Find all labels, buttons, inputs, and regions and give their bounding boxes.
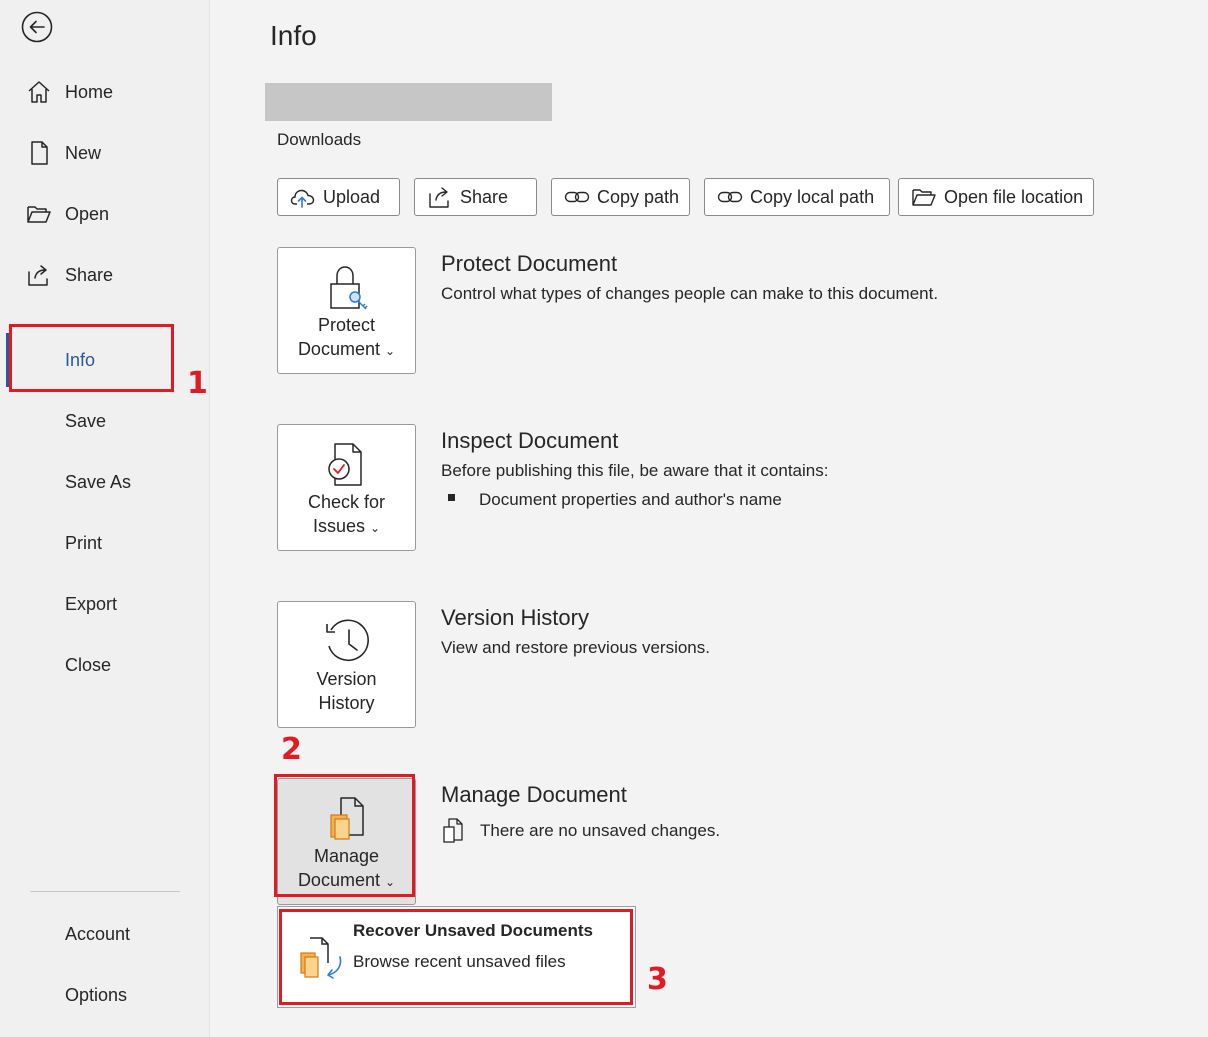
open-file-location-label: Open file location — [944, 186, 1084, 207]
home-icon — [28, 81, 50, 103]
link-icon — [564, 191, 590, 203]
protect-tile-line2: Document — [297, 339, 380, 359]
copy-path-button[interactable]: Copy path — [551, 178, 690, 216]
page-title: Info — [270, 20, 317, 51]
version-history-tile[interactable]: Version History — [277, 601, 416, 728]
nav-save-label: Save — [65, 410, 107, 431]
nav-info-label: Info — [65, 349, 96, 370]
nav-options-label: Options — [65, 984, 128, 1005]
nav-save[interactable]: Save — [0, 398, 209, 444]
nav-print[interactable]: Print — [0, 520, 209, 566]
chevron-down-icon: ⌄ — [385, 344, 396, 358]
version-history-desc: View and restore previous versions. — [441, 638, 710, 657]
upload-label: Upload — [323, 186, 381, 207]
nav-info[interactable]: Info — [0, 337, 209, 383]
upload-button[interactable]: Upload — [277, 178, 400, 216]
share-icon — [429, 187, 449, 208]
nav-account-label: Account — [65, 923, 131, 944]
document-name-redacted — [265, 83, 552, 121]
protect-document-title: Protect Document — [441, 251, 618, 276]
nav-share-label: Share — [65, 264, 114, 285]
folder-open-icon — [27, 206, 51, 223]
manage-document-tile[interactable]: Manage Document ⌄ — [277, 778, 416, 905]
nav-new[interactable]: New — [0, 130, 209, 176]
manage-document-tile-label: Manage Document ⌄ — [278, 844, 415, 894]
link-icon — [717, 191, 743, 203]
manage-document-desc: There are no unsaved changes. — [480, 821, 721, 840]
version-tile-line1: Version — [316, 669, 377, 689]
copy-path-label: Copy path — [597, 186, 680, 207]
protect-document-tile[interactable]: Protect Document ⌄ — [277, 247, 416, 374]
nav-save-as[interactable]: Save As — [0, 459, 209, 505]
inspect-tile-line1: Check for — [307, 492, 386, 512]
manage-document-icon — [330, 797, 364, 840]
manage-document-title: Manage Document — [441, 782, 627, 807]
manage-tile-line2-row: Document ⌄ — [278, 868, 415, 894]
manage-document-small-icon — [443, 818, 463, 843]
nav-open[interactable]: Open — [0, 191, 209, 237]
nav-home[interactable]: Home — [0, 69, 209, 115]
chevron-down-icon: ⌄ — [385, 875, 396, 889]
recover-unsaved-documents-item[interactable]: Recover Unsaved Documents Browse recent … — [277, 906, 636, 1008]
protect-document-tile-label: Protect Document ⌄ — [278, 313, 415, 363]
backstage-sidebar: Home New Open Share Info Save Save As Pr… — [0, 0, 210, 1037]
nav-options[interactable]: Options — [0, 972, 209, 1018]
inspect-document-desc: Before publishing this file, be aware th… — [441, 461, 829, 480]
open-file-location-button[interactable]: Open file location — [898, 178, 1094, 216]
version-tile-line2: History — [318, 693, 375, 713]
manage-tile-line2: Document — [297, 870, 380, 890]
lock-key-icon — [330, 266, 368, 310]
sidebar-divider — [30, 891, 180, 892]
back-arrow-icon — [21, 11, 53, 43]
share-icon — [28, 265, 48, 286]
nav-home-label: Home — [65, 81, 114, 102]
inspect-bullet-item: Document properties and author's name — [479, 490, 782, 509]
copy-local-path-button[interactable]: Copy local path — [704, 178, 890, 216]
nav-open-label: Open — [65, 203, 110, 224]
bullet-marker — [448, 494, 455, 501]
version-history-title: Version History — [441, 605, 589, 630]
annotation-step-3: 3 — [647, 962, 668, 997]
folder-open-icon — [912, 189, 936, 206]
nav-export[interactable]: Export — [0, 581, 209, 627]
inspect-tile-line2-row: Issues ⌄ — [278, 514, 415, 540]
copy-local-path-label: Copy local path — [750, 186, 875, 207]
document-path: Downloads — [277, 130, 362, 149]
annotation-step-2: 2 — [281, 732, 302, 767]
recover-document-icon — [300, 937, 342, 979]
nav-share[interactable]: Share — [0, 252, 209, 298]
share-label: Share — [460, 186, 509, 207]
nav-new-label: New — [65, 142, 102, 163]
info-pane: Info Downloads Upload Share Copy path Co… — [210, 0, 1208, 1037]
nav-account[interactable]: Account — [0, 911, 209, 957]
annotation-step-1: 1 — [187, 366, 208, 401]
protect-tile-line1: Protect — [317, 315, 376, 335]
inspect-tile-line2: Issues — [312, 516, 365, 536]
new-document-icon — [31, 141, 48, 165]
version-history-tile-label: Version History — [278, 667, 415, 715]
manage-tile-line1: Manage — [313, 846, 380, 866]
nav-close-label: Close — [65, 654, 112, 675]
recover-unsaved-subtitle: Browse recent unsaved files — [353, 952, 566, 971]
protect-tile-line2-row: Document ⌄ — [278, 337, 415, 363]
share-button[interactable]: Share — [414, 178, 537, 216]
nav-close[interactable]: Close — [0, 642, 209, 688]
inspect-document-icon — [328, 443, 362, 486]
cloud-upload-icon — [290, 189, 315, 208]
back-button[interactable] — [21, 11, 53, 43]
check-for-issues-tile-label: Check for Issues ⌄ — [278, 490, 415, 540]
recover-unsaved-title: Recover Unsaved Documents — [353, 921, 593, 940]
inspect-document-title: Inspect Document — [441, 428, 619, 453]
nav-save-as-label: Save As — [65, 471, 132, 492]
chevron-down-icon: ⌄ — [369, 521, 381, 535]
history-clock-icon — [326, 619, 369, 662]
nav-export-label: Export — [65, 593, 118, 614]
nav-print-label: Print — [65, 532, 103, 553]
check-for-issues-tile[interactable]: Check for Issues ⌄ — [277, 424, 416, 551]
protect-document-desc: Control what types of changes people can… — [441, 284, 939, 303]
